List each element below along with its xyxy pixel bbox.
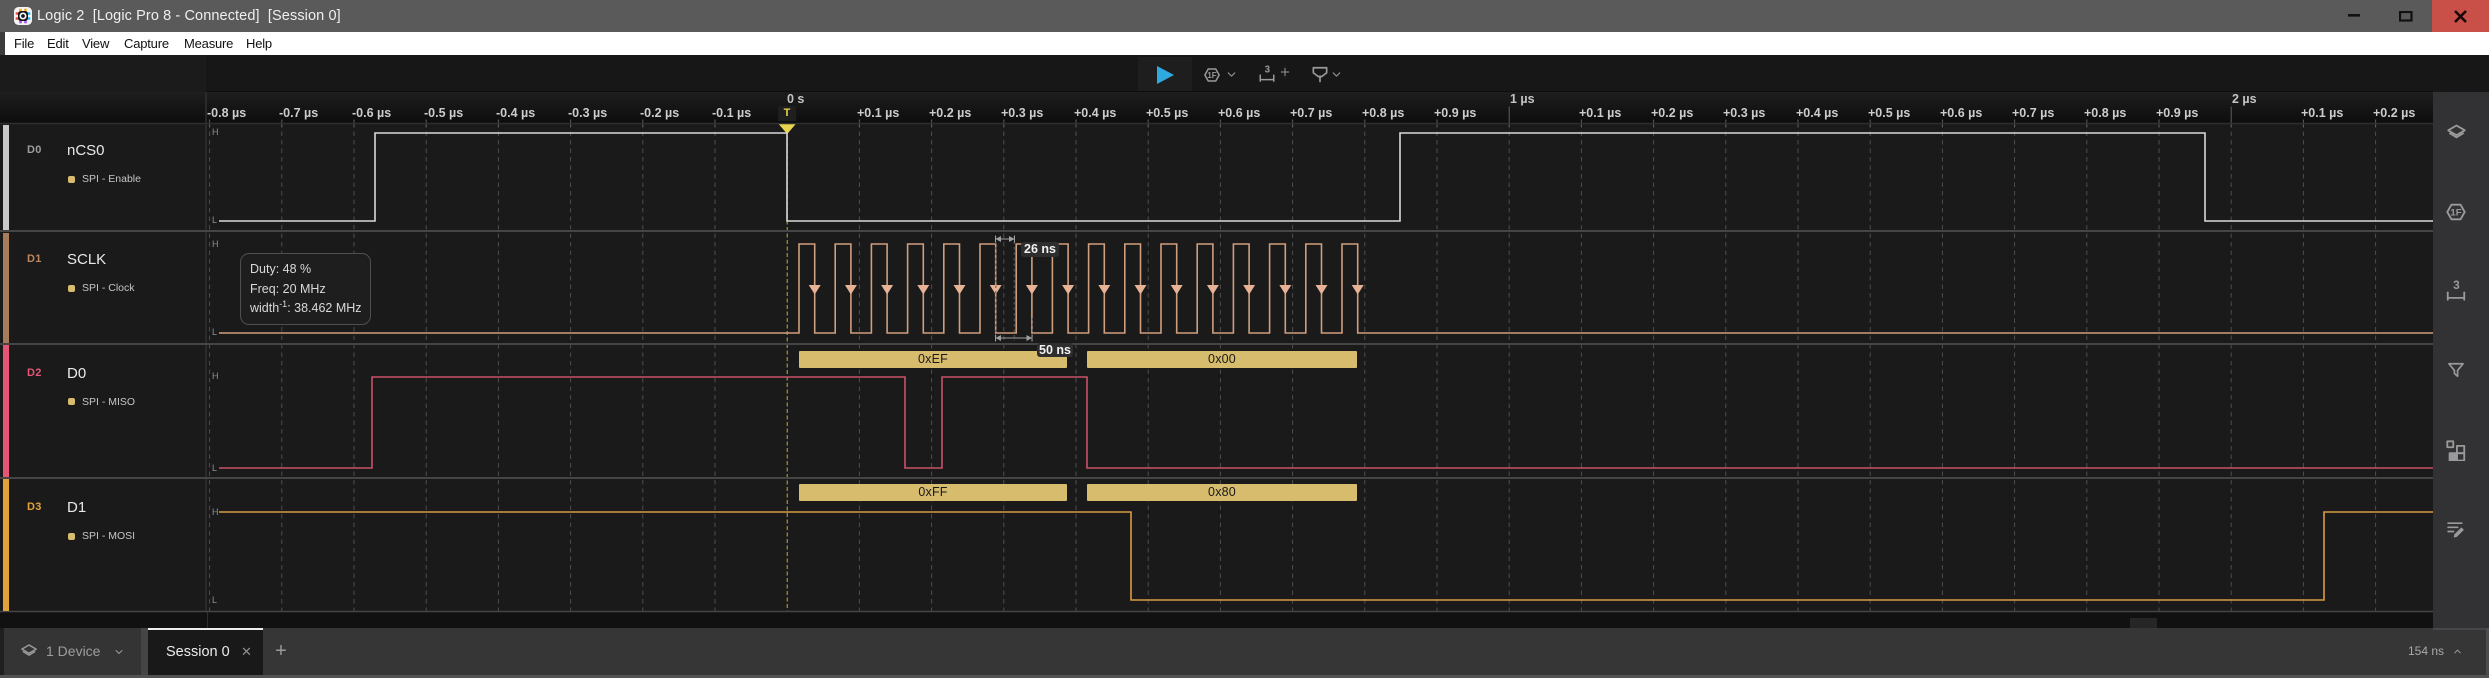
- svg-text:1F: 1F: [1207, 71, 1216, 80]
- svg-text:1F: 1F: [2450, 208, 2461, 219]
- svg-text:3: 3: [2453, 280, 2460, 292]
- svg-text:3: 3: [1265, 65, 1271, 76]
